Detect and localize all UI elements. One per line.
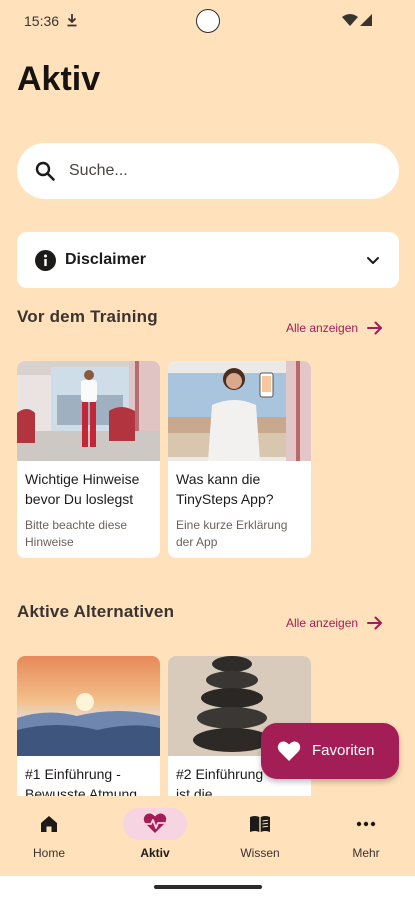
card-title: Was kann die TinySteps App? (176, 471, 274, 507)
card-description: Bitte beachte diese Hinweise (25, 518, 128, 549)
status-time: 15:36 (24, 13, 60, 29)
search-input[interactable]: Suche... (69, 162, 128, 180)
card-image-woman-in-room (17, 361, 160, 461)
disclaimer-dropdown[interactable]: Disclaimer (17, 232, 399, 288)
signal-icon (360, 14, 372, 26)
card-title: #1 Einführung - Bewusste Atmung (25, 766, 138, 796)
home-indicator[interactable] (154, 885, 262, 889)
nav-item-wissen[interactable]: Wissen (215, 796, 305, 876)
nav-item-mehr[interactable]: Mehr (321, 796, 411, 876)
card-hinweise[interactable]: Wichtige Hinweise bevor Du loslegst Bitt… (17, 361, 160, 558)
card-app-info[interactable]: Was kann die TinySteps App? Eine kurze E… (168, 361, 311, 558)
page-title: Aktiv (17, 60, 101, 98)
book-icon (250, 816, 270, 832)
wifi-icon (342, 14, 358, 26)
card-title: Wichtige Hinweise bevor Du loslegst (25, 471, 140, 507)
see-all-link[interactable]: Alle anzeigen (286, 616, 358, 630)
nav-label-wissen: Wissen (240, 846, 280, 860)
nav-item-aktiv[interactable]: Aktiv (110, 796, 200, 876)
card-atmung[interactable]: #1 Einführung - Bewusste Atmung (17, 656, 160, 796)
more-icon (356, 821, 376, 827)
card-image-sunset-clouds (17, 656, 160, 756)
nav-item-home[interactable]: Home (4, 796, 94, 876)
search-bar[interactable]: Suche... (17, 143, 399, 199)
card-image-woman-with-phone (168, 361, 311, 461)
disclaimer-label: Disclaimer (65, 251, 146, 268)
home-icon (41, 816, 57, 832)
nav-label-aktiv: Aktiv (140, 846, 170, 860)
card-description: Eine kurze Erklärung der App (176, 518, 288, 549)
section-title-vor-dem-training: Vor dem Training (17, 307, 158, 326)
search-icon (35, 161, 55, 181)
heartbeat-icon (143, 813, 167, 833)
nav-label-home: Home (32, 846, 65, 860)
info-icon (35, 250, 56, 271)
nav-label-mehr: Mehr (352, 846, 380, 860)
status-bar: 15:36 (0, 0, 415, 44)
chevron-down-icon (367, 257, 379, 264)
arrow-right-icon[interactable] (366, 319, 384, 337)
heart-icon (277, 741, 301, 761)
section-title-aktive-alternativen: Aktive Alternativen (17, 602, 175, 621)
arrow-right-icon[interactable] (366, 614, 384, 632)
download-icon (67, 14, 77, 27)
favorites-label: Favoriten (312, 742, 375, 759)
bottom-navigation: Home Aktiv Wissen Mehr (0, 796, 415, 876)
camera-cutout (196, 9, 220, 33)
favorites-button[interactable]: Favoriten (261, 723, 399, 779)
see-all-link[interactable]: Alle anzeigen (286, 321, 358, 335)
